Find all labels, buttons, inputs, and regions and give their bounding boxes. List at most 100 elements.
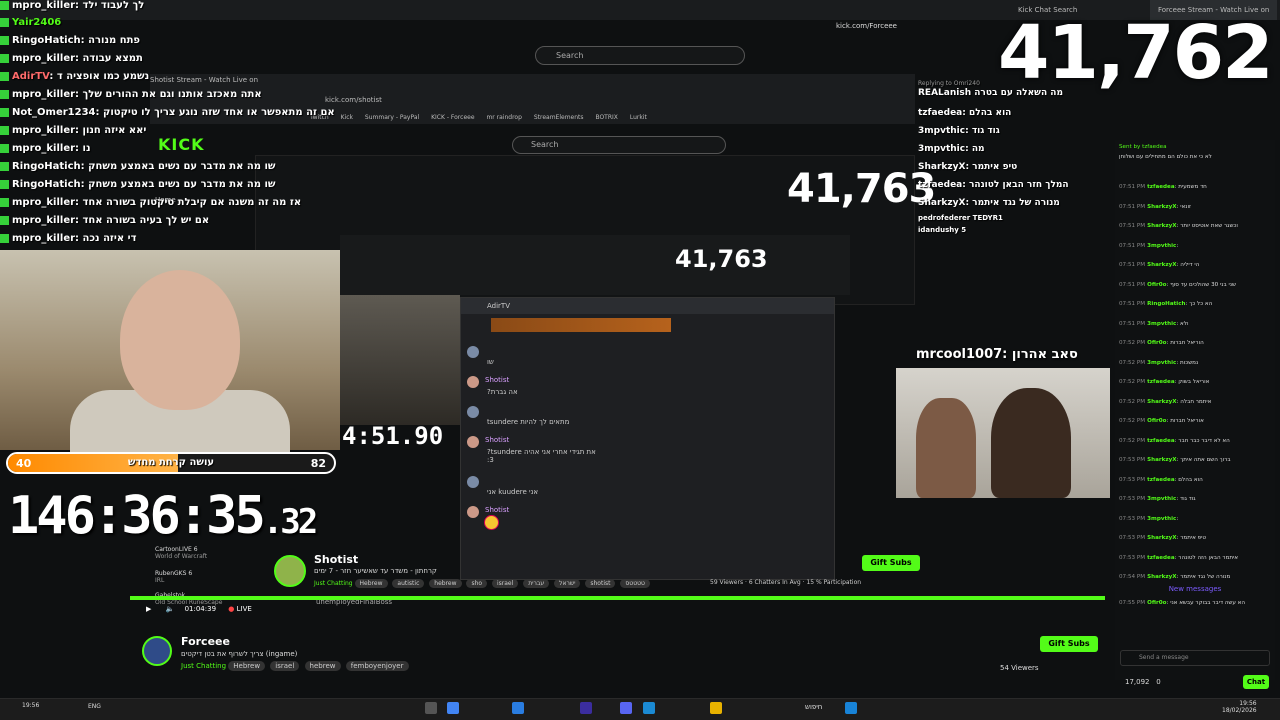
subscriber-counter: 41,762 — [998, 10, 1274, 96]
subathon-timer: 146:36:35.32 — [8, 486, 318, 546]
chat-message: 07:52 PM 3mpvthic: נמשכות — [1119, 360, 1271, 367]
steam-icon[interactable] — [643, 702, 655, 714]
avatar — [467, 376, 479, 388]
taskbar-weather[interactable]: 19:56 — [22, 702, 39, 709]
inner-url-bar[interactable]: kick.com/shotist — [325, 96, 382, 104]
chat-timestamp: 07:52 PM — [1119, 359, 1146, 366]
chat-text: : ברוך השם אתה איתך — [1176, 457, 1231, 463]
bookmark-paypal[interactable]: Summary - PayPal — [365, 114, 419, 121]
chat-timestamp: 07:53 PM — [1119, 476, 1146, 483]
chat-message: 07:52 PM tzfaedea: הא לא דיבר כבר חבר — [1119, 438, 1271, 445]
overlay-chat-line: mpro_killer: נו — [0, 143, 90, 161]
chat-username[interactable]: SharkzyX — [1147, 574, 1176, 580]
chat-username[interactable]: SharkzyX — [1147, 457, 1176, 463]
player-progress[interactable] — [130, 596, 1105, 600]
outer-search-input[interactable]: Search — [535, 46, 745, 65]
chat-text: : איתמר חבלה — [1176, 398, 1212, 405]
avatar — [467, 506, 479, 518]
shotist-channel-name[interactable]: Shotist — [314, 553, 358, 566]
windows-start-icon[interactable] — [845, 702, 857, 714]
chat-username[interactable]: 3mpvthic — [1147, 496, 1176, 502]
badge-icon — [0, 125, 9, 135]
overlay-chat-line: mpro_killer: אז מה זה משנה אם קיבלת טיקט… — [0, 197, 301, 215]
mr-chat-line: pedrofederer TEDYR1 — [918, 214, 1003, 222]
forceee-gift-subs-button[interactable]: Gift Subs — [1040, 636, 1098, 652]
chat-text: : אוריאל בשוק — [1174, 379, 1210, 385]
play-icon[interactable]: ▶ — [146, 605, 151, 613]
taskbar-search[interactable]: חיפוש — [805, 703, 822, 711]
premiere-icon[interactable] — [580, 702, 592, 714]
bookmark-kick-forceee[interactable]: KICK - Forceee — [431, 114, 474, 121]
chat-text: : וכשגר שאת אוטיסט יותר — [1176, 223, 1238, 229]
chat-username[interactable]: tzfaedea — [1147, 477, 1175, 483]
chat-timestamp: 07:51 PM — [1119, 203, 1146, 210]
chat-text: : — [1176, 515, 1179, 522]
kick-logo[interactable]: KICK — [158, 135, 205, 154]
chat-message: 07:51 PM Ofir0o: שני בני 30 שהולכים עד סו… — [1119, 282, 1271, 289]
chat-message: 07:51 PM 3mpvthic: ולא — [1119, 321, 1271, 328]
chat-send-input[interactable]: Send a message — [1120, 650, 1270, 666]
outer-url-bar[interactable]: kick.com/Forceee — [836, 22, 897, 30]
taskbar-lang[interactable]: ENG — [88, 703, 101, 710]
vscode-icon[interactable] — [512, 702, 524, 714]
shotist-avatar[interactable] — [274, 555, 306, 587]
badge-icon — [0, 0, 9, 10]
chat-username[interactable]: 3mpvthic — [1147, 516, 1176, 522]
chat-username[interactable]: tzfaedea — [1147, 555, 1175, 561]
chat-username[interactable]: Ofir0o — [1147, 418, 1166, 424]
chat-username[interactable]: tzfaedea — [1147, 379, 1175, 385]
chat-message: 07:52 PM Ofir0o: אוריאל חברות — [1119, 418, 1271, 425]
inner-search-input[interactable]: Search — [512, 136, 726, 154]
bookmark-streamelements[interactable]: StreamElements — [534, 114, 584, 121]
chat-username[interactable]: 3mpvthic — [1147, 360, 1176, 366]
overlay-chat-line: RingoHatich: שו מה את מדבר עם נשים באמצע… — [0, 161, 275, 179]
sidebar-item[interactable]: CartoonLIVE 6 World of Warcraft — [155, 546, 207, 560]
chat-username[interactable]: SharkzyX — [1147, 223, 1176, 229]
chat-username[interactable]: tzfaedea — [1147, 184, 1175, 190]
chat-username[interactable]: SharkzyX — [1147, 262, 1176, 268]
gift-subs-button[interactable]: Gift Subs — [862, 555, 920, 571]
discord-title[interactable]: AdirTV — [461, 298, 834, 314]
forceee-avatar[interactable] — [142, 636, 172, 666]
chat-text: : אוריאל חברות — [1166, 418, 1204, 424]
inner-tab[interactable]: Shotist Stream - Watch Live on — [150, 76, 258, 84]
chat-username[interactable]: SharkzyX — [1147, 204, 1176, 210]
discord-icon[interactable] — [620, 702, 632, 714]
chat-text: : זונאי — [1176, 203, 1191, 210]
explorer-icon[interactable] — [710, 702, 722, 714]
chrome-icon[interactable] — [447, 702, 459, 714]
mr-chat-line: idandushy 5 — [918, 226, 967, 234]
channel-points: 17,092 0 — [1125, 678, 1161, 686]
forceee-channel-name[interactable]: Forceee — [181, 635, 230, 648]
chat-username[interactable]: 3mpvthic — [1147, 243, 1176, 249]
badge-icon — [0, 161, 9, 171]
badge-icon — [0, 197, 9, 207]
live-dot-icon: ● — [228, 605, 235, 613]
chat-username[interactable]: 3mpvthic — [1147, 321, 1176, 327]
mr-chat-line: 3mpvthic: מה — [918, 144, 985, 154]
chat-text: : הי דיליה — [1176, 262, 1200, 268]
volume-icon[interactable]: 🔈 — [166, 605, 175, 613]
sidebar-item[interactable]: RubenGKS 6 IRL — [155, 570, 192, 584]
subathon-progress-bar: 40 עושה קרחת מחדש 82 — [6, 452, 336, 474]
taskbar-app-icon[interactable] — [425, 702, 437, 714]
chat-timestamp: 07:51 PM — [1119, 301, 1146, 307]
new-messages-banner[interactable]: New messages — [1120, 585, 1270, 593]
subscriber-counter-nested: 41,763 — [787, 166, 936, 212]
chat-message: 07:51 PM tzfaedea: חד משמעית — [1119, 184, 1271, 191]
chat-username[interactable]: tzfaedea — [1147, 438, 1175, 444]
player-controls: ▶ 🔈 01:04:39 ● LIVE — [146, 605, 252, 613]
bookmark-mr-raindrop[interactable]: mr raindrop — [486, 114, 521, 121]
bookmark-botrix[interactable]: BOTRIX — [595, 114, 617, 121]
chat-username[interactable]: Ofir0o — [1147, 340, 1166, 346]
chat-username[interactable]: RingoHatich — [1147, 301, 1185, 307]
chat-username[interactable]: Ofir0o — [1147, 282, 1166, 288]
taskbar-clock[interactable]: 19:56 18/02/2026 — [1222, 700, 1257, 714]
chat-username[interactable]: SharkzyX — [1147, 399, 1176, 405]
chat-username[interactable]: SharkzyX — [1147, 535, 1176, 541]
bookmark-lurkit[interactable]: Lurkit — [630, 114, 647, 121]
chat-send-button[interactable]: Chat — [1243, 675, 1269, 689]
chat-timestamp: 07:53 PM — [1119, 535, 1146, 541]
bookmark-kick[interactable]: Kick — [341, 114, 353, 121]
mr-chat-line: tzfaedea: הוא בהלם — [918, 108, 1012, 118]
